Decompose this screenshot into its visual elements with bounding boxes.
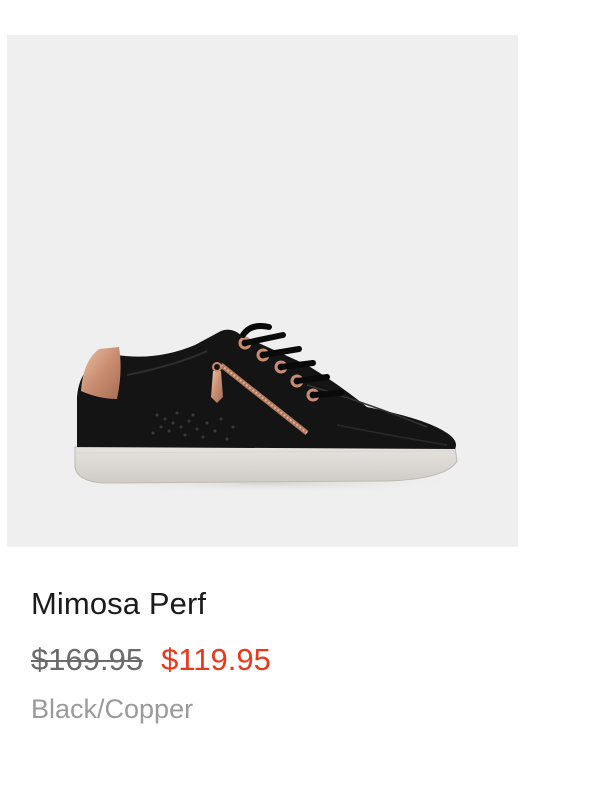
product-name[interactable]: Mimosa Perf [31, 586, 206, 622]
product-color: Black/Copper [31, 694, 194, 724]
original-price: $169.95 [31, 642, 144, 677]
sneaker-image [72, 323, 472, 493]
product-image[interactable] [7, 35, 518, 547]
product-card[interactable]: Mimosa Perf $169.95 $119.95 Black/Copper [0, 0, 600, 803]
price-row: $169.95 $119.95 [31, 642, 271, 678]
sale-price: $119.95 [161, 642, 271, 677]
